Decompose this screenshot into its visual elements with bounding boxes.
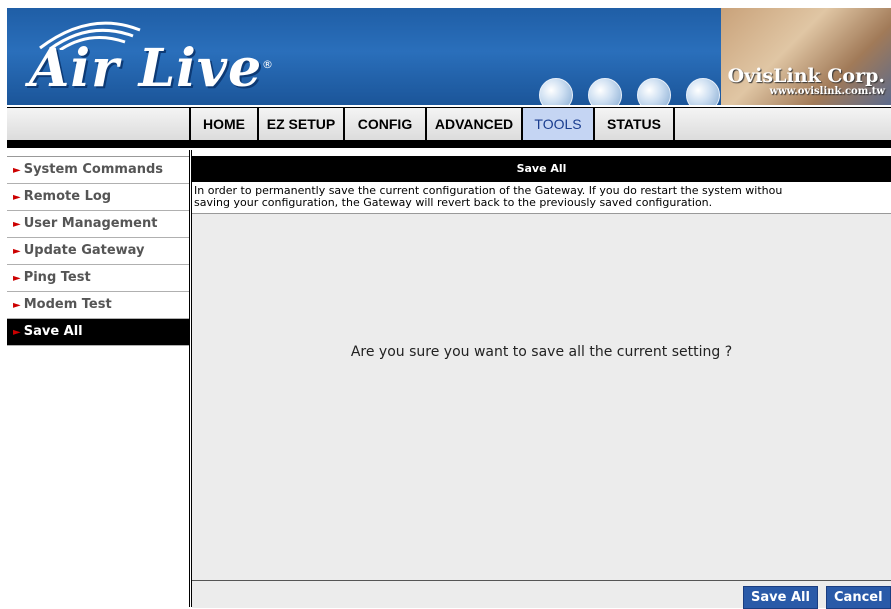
header-banner: Air Live ® OvisLink Corp. www.ovislink.c…	[7, 8, 891, 105]
sidebar-item-system-commands[interactable]: ► System Commands	[7, 157, 189, 184]
sidebar-item-save-all[interactable]: ► Save All	[7, 319, 189, 346]
tab-home[interactable]: HOME	[191, 108, 259, 140]
save-all-button[interactable]: Save All	[743, 586, 818, 609]
globe-africa-icon	[588, 78, 622, 105]
registered-mark: ®	[262, 58, 273, 71]
sidebar-item-label: Save All	[23, 324, 83, 339]
nav-divider	[7, 141, 891, 148]
sidebar-item-label: User Management	[23, 216, 158, 231]
sidebar-item-update-gateway[interactable]: ► Update Gateway	[7, 238, 189, 265]
sidebar-item-label: Modem Test	[23, 297, 112, 312]
bullet-arrow-icon: ►	[13, 327, 21, 338]
main-panel: Save All In order to permanently save th…	[192, 156, 891, 609]
tab-status[interactable]: STATUS	[595, 108, 675, 140]
bullet-arrow-icon: ►	[13, 192, 21, 203]
tab-ez-setup[interactable]: EZ SETUP	[259, 108, 345, 140]
main-nav: HOME EZ SETUP CONFIG ADVANCED TOOLS STAT…	[7, 107, 891, 142]
sidebar-item-label: System Commands	[23, 162, 164, 177]
sidebar-item-ping-test[interactable]: ► Ping Test	[7, 265, 189, 292]
bullet-arrow-icon: ►	[13, 273, 21, 284]
airlive-logo: Air Live	[29, 38, 263, 99]
tab-tools[interactable]: TOOLS	[523, 108, 595, 140]
page-title: Save All	[192, 156, 891, 182]
sidebar-item-modem-test[interactable]: ► Modem Test	[7, 292, 189, 319]
confirm-message: Are you sure you want to save all the cu…	[350, 344, 733, 360]
company-url: www.ovislink.com.tw	[769, 86, 885, 97]
sidebar-top-spacer	[7, 150, 189, 157]
bullet-arrow-icon: ►	[13, 165, 21, 176]
description-line-2: saving your configuration, the Gateway w…	[194, 196, 713, 209]
globe-asia-icon	[686, 78, 720, 105]
action-footer: Save All Cancel	[192, 580, 891, 609]
sidebar-item-label: Remote Log	[23, 189, 112, 204]
company-name: OvisLink Corp.	[727, 65, 885, 87]
bullet-arrow-icon: ►	[13, 219, 21, 230]
ovislink-logo: OvisLink Corp. www.ovislink.com.tw	[728, 66, 885, 98]
bullet-arrow-icon: ►	[13, 246, 21, 257]
bullet-arrow-icon: ►	[13, 300, 21, 311]
nav-spacer	[7, 108, 191, 140]
sidebar-item-user-management[interactable]: ► User Management	[7, 211, 189, 238]
cancel-button[interactable]: Cancel	[826, 586, 891, 609]
sidebar: ► System Commands ► Remote Log ► User Manag…	[7, 150, 192, 607]
globe-europe-icon	[637, 78, 671, 105]
page-description: In order to permanently save the current…	[192, 182, 891, 214]
globe-americas-icon	[539, 78, 573, 105]
sidebar-item-label: Ping Test	[23, 270, 91, 285]
tab-advanced[interactable]: ADVANCED	[427, 108, 523, 140]
tab-config[interactable]: CONFIG	[345, 108, 427, 140]
sidebar-item-remote-log[interactable]: ► Remote Log	[7, 184, 189, 211]
sidebar-item-label: Update Gateway	[23, 243, 145, 258]
